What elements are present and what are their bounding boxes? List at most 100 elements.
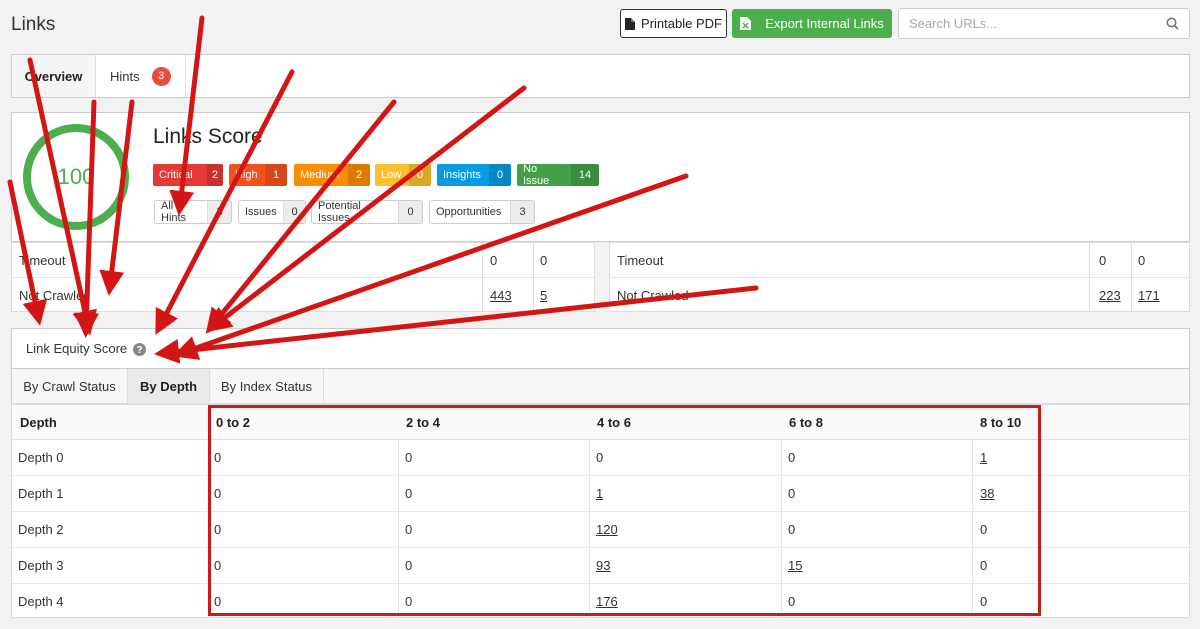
cell-link[interactable]: 176: [596, 594, 618, 609]
filter-label: Issues: [245, 206, 277, 218]
row-label: Not Crawled: [617, 288, 689, 303]
severity-count: 1: [265, 164, 287, 186]
severity-low[interactable]: Low 0: [375, 164, 431, 186]
severity-label: Low: [381, 169, 402, 181]
page-title: Links: [11, 14, 56, 35]
printable-pdf-button[interactable]: Printable PDF: [620, 9, 727, 38]
subtab-label: By Depth: [139, 379, 198, 394]
cell-value: 0: [788, 594, 796, 609]
cell-value: 0: [1099, 253, 1107, 268]
hints-count-badge: 3: [151, 66, 171, 86]
filter-label: All Hints: [161, 200, 187, 224]
severity-count: 2: [207, 164, 223, 186]
column-header: 6 to 8: [789, 415, 823, 430]
filter-count: 0: [283, 201, 305, 223]
cell-value: 0: [405, 486, 413, 501]
severity-count: 0: [409, 164, 431, 186]
cell-value: 0: [214, 450, 222, 465]
table-row: Depth 2 0 0 120 0 0: [12, 512, 1189, 548]
cell-value: 0: [980, 594, 988, 609]
tab-overview[interactable]: Overview: [12, 55, 96, 97]
severity-no-issue[interactable]: No Issue 14: [517, 164, 599, 186]
filter-all-hints[interactable]: All Hints 3: [154, 200, 232, 224]
tab-hints-label: Hints: [110, 68, 140, 84]
equity-subtabs: By Crawl Status By Depth By Index Status: [11, 368, 1190, 404]
severity-label: Critical: [159, 169, 193, 181]
table-row: Depth 0 0 0 0 0 1: [12, 440, 1189, 476]
cell-link[interactable]: 120: [596, 522, 618, 537]
column-header: 0 to 2: [216, 415, 250, 430]
cell-value: 0: [214, 486, 222, 501]
export-internal-links-button[interactable]: Export Internal Links: [732, 9, 892, 38]
cell-link[interactable]: 38: [980, 486, 994, 501]
cell-value: 0: [788, 450, 796, 465]
tab-overview-label: Overview: [24, 68, 83, 84]
cell-link[interactable]: 223: [1099, 288, 1121, 303]
row-label: Depth 2: [18, 522, 64, 537]
severity-insights[interactable]: Insights 0: [437, 164, 511, 186]
row-label: Depth 4: [18, 594, 64, 609]
cell-value: 0: [405, 522, 413, 537]
search-icon[interactable]: [1166, 17, 1179, 30]
score-title: Links Score: [153, 125, 263, 148]
cell-value: 0: [540, 253, 548, 268]
table-row: Timeout 0 0: [610, 243, 1189, 278]
cell-value: 0: [788, 522, 796, 537]
report-tabs: Overview Hints 3: [11, 54, 1190, 98]
link-equity-header: Link Equity Score ?: [11, 328, 1190, 368]
document-icon: [625, 17, 636, 30]
cell-value: 0: [596, 450, 604, 465]
summary-table-right: Timeout 0 0 Not Crawled 223 171: [609, 242, 1190, 312]
link-equity-title: Link Equity Score: [26, 341, 128, 356]
filter-count: 3: [510, 201, 534, 223]
cell-link[interactable]: 443: [490, 288, 512, 303]
score-gauge: 100: [23, 124, 129, 230]
cell-link[interactable]: 171: [1138, 288, 1160, 303]
tab-by-index-status[interactable]: By Index Status: [210, 369, 324, 404]
severity-count: 0: [489, 164, 511, 186]
equity-depth-table: Depth 0 to 2 2 to 4 4 to 6 6 to 8 8 to 1…: [11, 404, 1190, 618]
severity-label: High: [235, 169, 258, 181]
severity-label: Insights: [443, 169, 481, 181]
filter-label: Opportunities: [436, 206, 502, 218]
cell-value: 0: [1138, 253, 1146, 268]
tab-by-crawl-status[interactable]: By Crawl Status: [12, 369, 128, 404]
help-icon[interactable]: ?: [133, 343, 146, 356]
column-header: 4 to 6: [597, 415, 631, 430]
severity-label: No Issue: [523, 164, 550, 186]
row-label: Depth 3: [18, 558, 64, 573]
cell-link[interactable]: 93: [596, 558, 610, 573]
links-score-card: 100 Links Score Critical 2 High 1 Medium…: [11, 112, 1190, 242]
spreadsheet-icon: [740, 17, 752, 30]
filter-opportunities[interactable]: Opportunities 3: [429, 200, 535, 224]
filter-potential-issues[interactable]: Potential Issues 0: [311, 200, 423, 224]
cell-value: 0: [980, 558, 988, 573]
cell-value: 0: [405, 450, 413, 465]
row-label: Depth 1: [18, 486, 64, 501]
subtab-label: By Crawl Status: [23, 379, 116, 394]
table-row: Timeout 0 0: [12, 243, 594, 278]
row-label: Timeout: [19, 253, 66, 268]
printable-pdf-label: Printable PDF: [641, 16, 722, 31]
row-label: Depth 0: [18, 450, 64, 465]
filter-label: Potential Issues: [318, 200, 361, 224]
table-row: Depth 4 0 0 176 0 0: [12, 584, 1189, 620]
cell-link[interactable]: 1: [596, 486, 603, 501]
score-value: 100: [57, 164, 95, 189]
severity-count: 2: [348, 164, 370, 186]
severity-medium[interactable]: Medium 2: [294, 164, 370, 186]
row-label: Not Crawled: [19, 288, 91, 303]
severity-high[interactable]: High 1: [229, 164, 287, 186]
table-row: Not Crawled 223 171: [610, 278, 1189, 313]
cell-link[interactable]: 5: [540, 288, 547, 303]
tab-by-depth[interactable]: By Depth: [128, 369, 210, 404]
cell-link[interactable]: 15: [788, 558, 802, 573]
filter-issues[interactable]: Issues 0: [238, 200, 306, 224]
tab-hints[interactable]: Hints 3: [96, 55, 186, 97]
cell-value: 0: [214, 594, 222, 609]
cell-link[interactable]: 1: [980, 450, 987, 465]
severity-critical[interactable]: Critical 2: [153, 164, 223, 186]
search-url-box[interactable]: [898, 8, 1190, 39]
search-input[interactable]: [909, 16, 1149, 31]
svg-text:?: ?: [136, 345, 142, 356]
